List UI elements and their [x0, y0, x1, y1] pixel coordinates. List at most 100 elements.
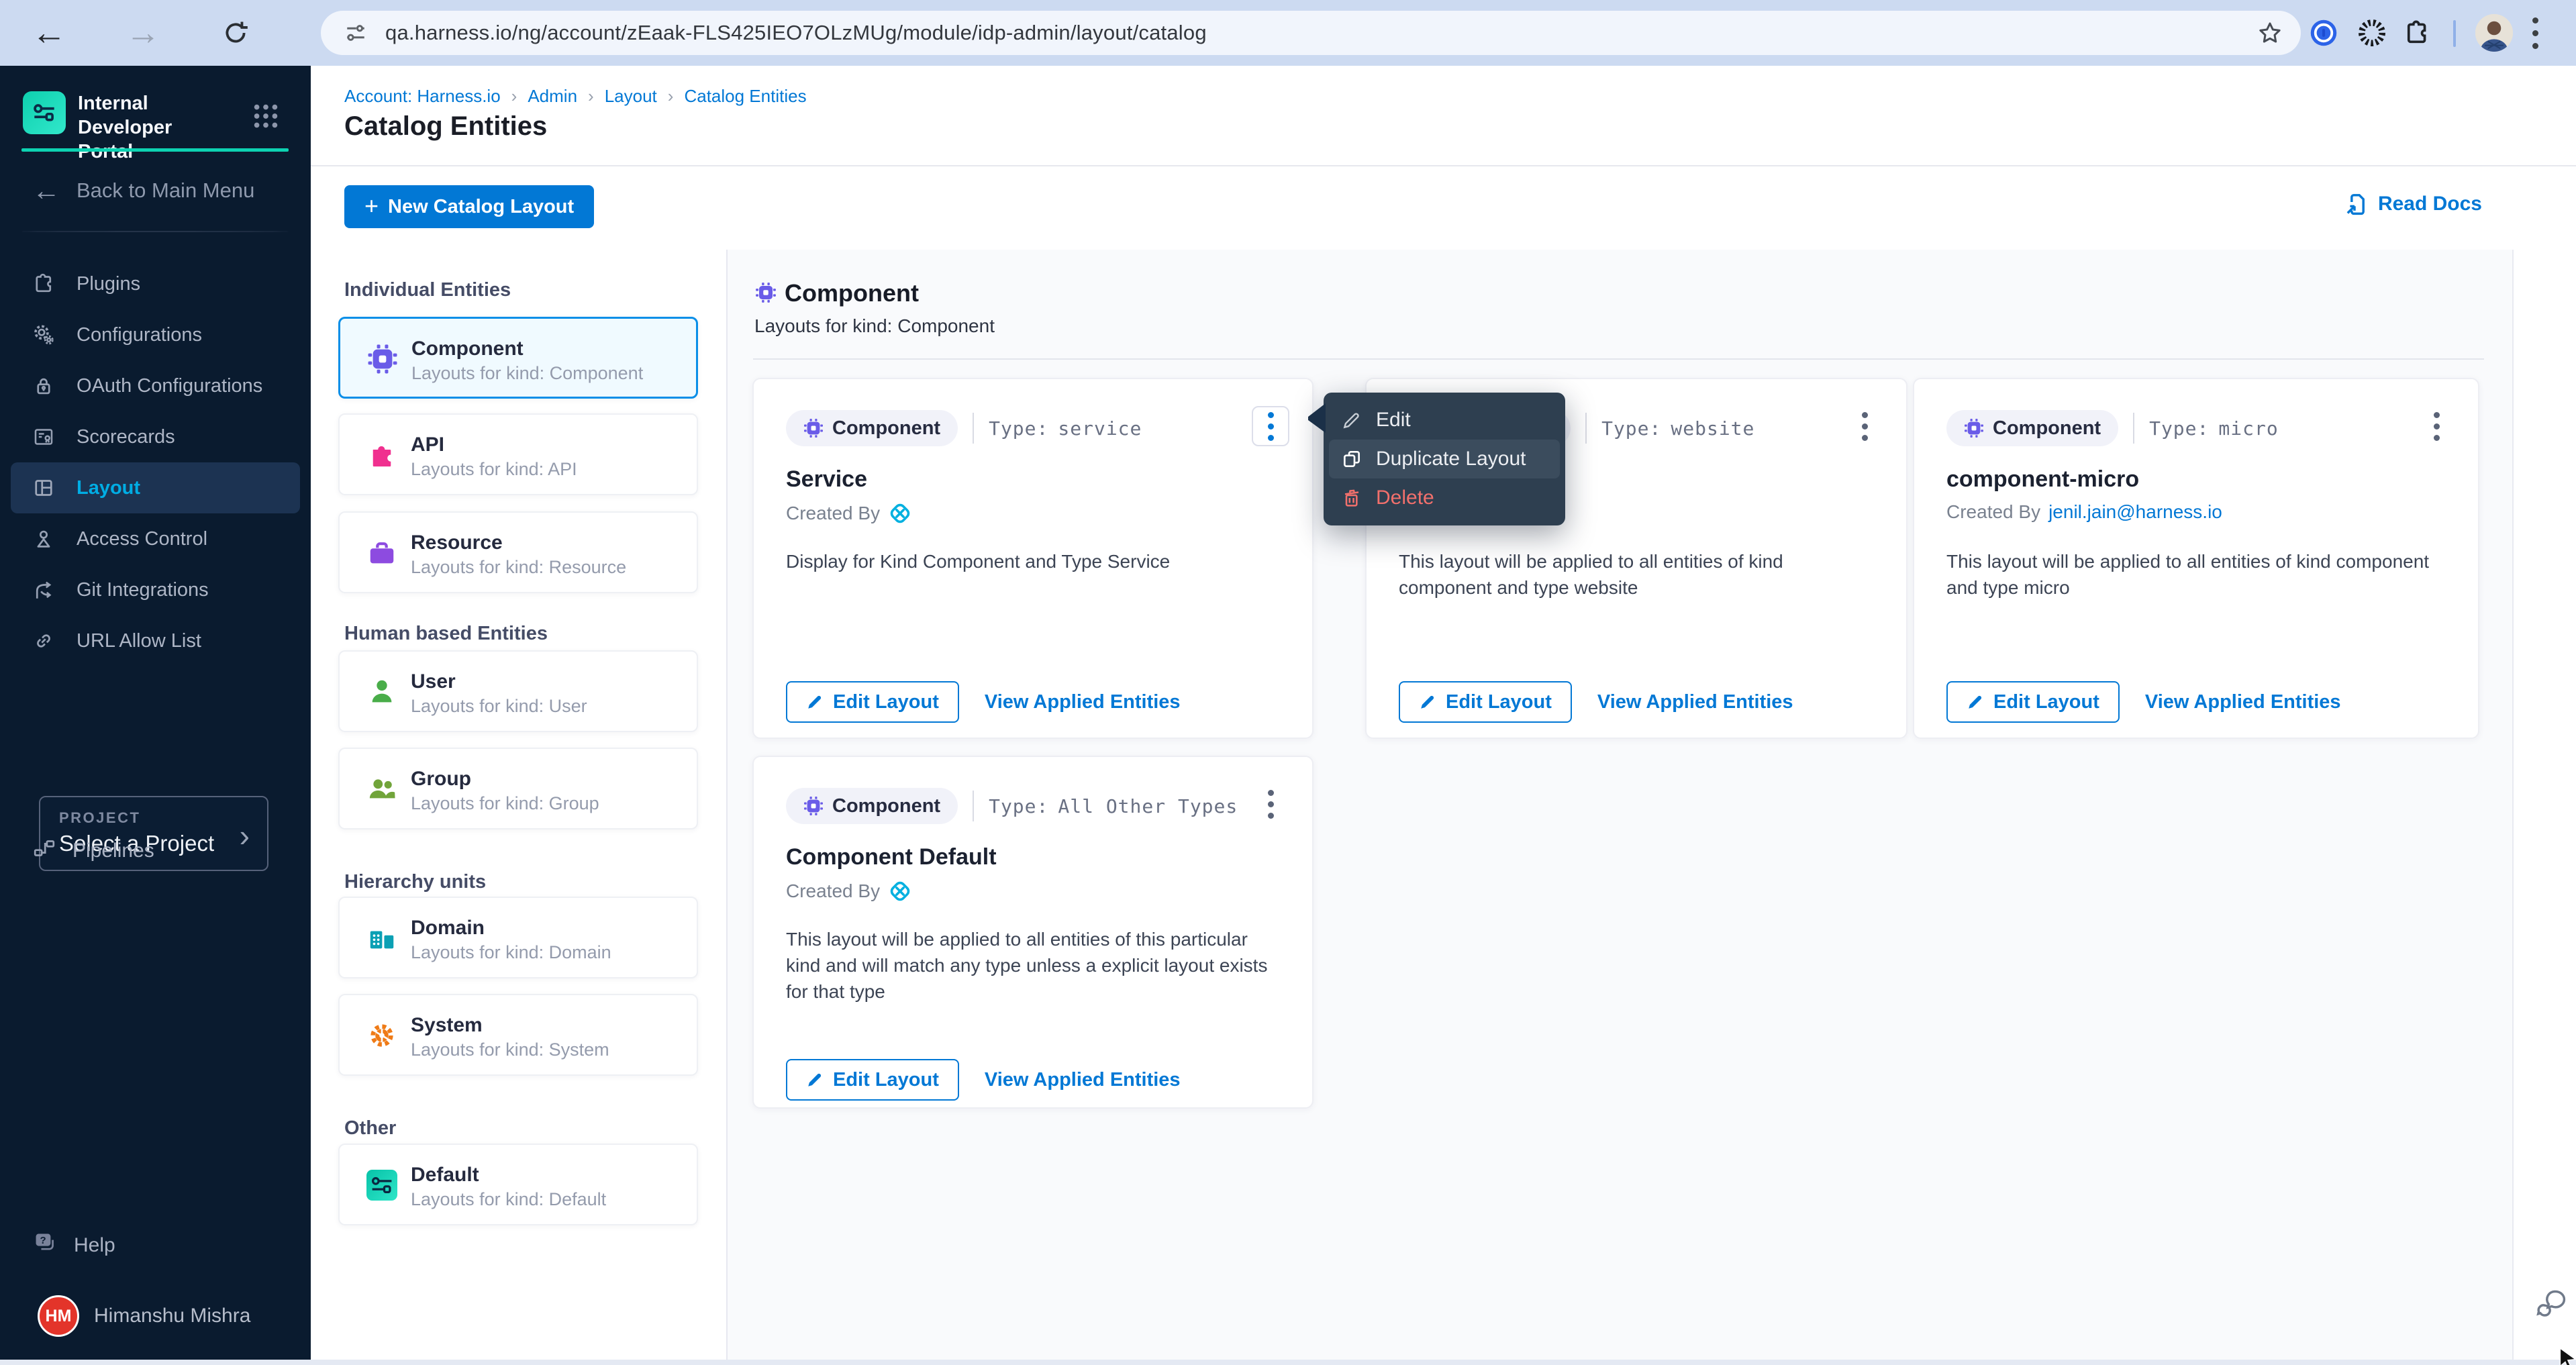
breadcrumb-layout[interactable]: Layout — [605, 86, 657, 107]
browser-profile-avatar[interactable] — [2475, 14, 2513, 52]
card-context-menu: Edit Duplicate Layout Delete — [1324, 393, 1565, 525]
entity-item-user[interactable]: User Layouts for kind: User — [338, 650, 698, 732]
system-gear-icon — [365, 1019, 399, 1052]
view-applied-entities-link[interactable]: View Applied Entities — [2145, 691, 2341, 713]
card-menu-button[interactable] — [1252, 784, 1289, 824]
edit-layout-button[interactable]: Edit Layout — [1946, 681, 2120, 723]
view-applied-entities-link[interactable]: View Applied Entities — [1597, 691, 1793, 713]
idp-logo-icon — [23, 91, 66, 134]
docs-icon — [2344, 192, 2369, 216]
sidebar-item-help[interactable]: ? Help — [32, 1225, 115, 1266]
pencil-icon — [1967, 693, 1984, 711]
user-profile[interactable]: HM Himanshu Mishra — [38, 1295, 250, 1337]
extension-sunburst-icon[interactable] — [2357, 0, 2387, 66]
read-docs-link[interactable]: Read Docs — [2344, 192, 2482, 216]
layout-title: Service — [786, 466, 867, 493]
component-chip-icon — [803, 418, 824, 438]
menu-item-edit[interactable]: Edit — [1324, 401, 1565, 440]
card-menu-button[interactable] — [1846, 406, 1883, 446]
pencil-icon — [806, 693, 824, 711]
menu-item-delete[interactable]: Delete — [1324, 478, 1565, 517]
view-applied-entities-link[interactable]: View Applied Entities — [985, 1069, 1181, 1091]
sidebar-divider — [21, 231, 289, 232]
component-badge: Component — [786, 788, 958, 824]
layout-title: component-micro — [1946, 466, 2139, 493]
card-footer: Edit Layout View Applied Entities — [786, 1059, 1181, 1101]
component-badge: Component — [786, 410, 958, 446]
component-chip-icon — [1964, 418, 1984, 438]
layout-description: Display for Kind Component and Type Serv… — [786, 548, 1283, 574]
harness-logo-icon — [888, 501, 912, 525]
badge-row: Component Type:service — [786, 410, 1142, 446]
user-avatar: HM — [38, 1295, 79, 1337]
copy-icon — [1341, 448, 1363, 470]
card-menu-button[interactable] — [1252, 406, 1289, 446]
url-text: qa.harness.io/ng/account/zEaak-FLS425IEO… — [385, 21, 1207, 45]
layout-card-component-default: Component Type:All Other Types Component… — [752, 756, 1314, 1109]
badge-row: Component Type:micro — [1946, 410, 2279, 446]
layout-description: This layout will be applied to all entit… — [1946, 548, 2448, 601]
created-by-row: Created By jenil.jain@harness.io — [1946, 501, 2222, 523]
brand-accent-rule — [21, 148, 289, 152]
address-bar[interactable]: qa.harness.io/ng/account/zEaak-FLS425IEO… — [321, 11, 2301, 55]
back-to-main-menu[interactable]: ← Back to Main Menu — [32, 179, 254, 203]
browser-reload-button[interactable] — [205, 0, 266, 66]
entity-item-resource[interactable]: Resource Layouts for kind: Resource — [338, 511, 698, 593]
edit-layout-button[interactable]: Edit Layout — [786, 1059, 959, 1101]
browser-forward-button[interactable]: → — [113, 0, 173, 66]
entity-item-default[interactable]: Default Layouts for kind: Default — [338, 1144, 698, 1225]
reload-icon — [221, 19, 250, 47]
brand: Internal Developer Portal — [23, 91, 232, 164]
module-grid-icon[interactable] — [250, 101, 281, 135]
breadcrumb-catalog-entities[interactable]: Catalog Entities — [684, 86, 806, 107]
layouts-panel: Component Layouts for kind: Component Co… — [726, 250, 2514, 1365]
edit-layout-button[interactable]: Edit Layout — [1399, 681, 1572, 723]
kind-subtitle: Layouts for kind: Component — [754, 315, 995, 337]
breadcrumb: Account: Harness.io› Admin› Layout› Cata… — [344, 86, 807, 107]
browser-menu-icon[interactable] — [2532, 17, 2538, 49]
browser-toolbar: ← → qa.harness.io/ng/account/zEaak-FLS42… — [0, 0, 2576, 66]
user-icon — [365, 675, 399, 709]
support-chat-icon[interactable] — [2534, 1287, 2569, 1325]
browser-back-button[interactable]: ← — [19, 0, 79, 66]
entity-item-group[interactable]: Group Layouts for kind: Group — [338, 748, 698, 829]
sidebar-item-access-control[interactable]: Access Control — [0, 513, 311, 564]
sidebar-item-url-allow-list[interactable]: URL Allow List — [0, 615, 311, 666]
sidebar-item-oauth-configurations[interactable]: OAuth Configurations — [0, 360, 311, 411]
entity-item-domain[interactable]: Domain Layouts for kind: Domain — [338, 897, 698, 978]
resource-briefcase-icon — [365, 536, 399, 570]
layout-card-service: Component Type:service Service Created B… — [752, 378, 1314, 739]
new-catalog-layout-button[interactable]: + New Catalog Layout — [344, 185, 594, 228]
sidebar-item-scorecards[interactable]: Scorecards — [0, 411, 311, 462]
created-by-row: Created By — [786, 501, 912, 525]
entity-item-system[interactable]: System Layouts for kind: System — [338, 994, 698, 1076]
bookmark-star-icon[interactable] — [2257, 19, 2283, 50]
view-applied-entities-link[interactable]: View Applied Entities — [985, 691, 1181, 713]
badge-separator — [2133, 413, 2134, 444]
breadcrumb-account[interactable]: Account: Harness.io — [344, 86, 501, 107]
sidebar-item-configurations[interactable]: Configurations — [0, 309, 311, 360]
sidebar-item-pipelines[interactable]: Pipelines — [32, 831, 154, 871]
onepassword-extension-icon[interactable] — [2309, 0, 2338, 66]
back-arrow-icon: ← — [32, 181, 60, 201]
menu-item-duplicate-layout[interactable]: Duplicate Layout — [1329, 440, 1560, 478]
card-footer: Edit Layout View Applied Entities — [1399, 681, 1793, 723]
entity-item-api[interactable]: API Layouts for kind: API — [338, 413, 698, 495]
sidebar-item-git-integrations[interactable]: Git Integrations — [0, 564, 311, 615]
back-label: Back to Main Menu — [77, 179, 254, 203]
breadcrumb-admin[interactable]: Admin — [528, 86, 577, 107]
site-settings-icon[interactable] — [344, 21, 368, 45]
sidebar-item-plugins[interactable]: Plugins — [0, 258, 311, 309]
chevron-right-icon: › — [240, 817, 250, 854]
entity-item-component[interactable]: Component Layouts for kind: Component — [338, 317, 698, 399]
gears-icon — [31, 322, 56, 348]
group-icon — [365, 772, 399, 806]
edit-layout-button[interactable]: Edit Layout — [786, 681, 959, 723]
badge-separator — [1585, 413, 1587, 444]
extensions-puzzle-icon[interactable] — [2403, 0, 2431, 66]
creator-email-link[interactable]: jenil.jain@harness.io — [2048, 501, 2222, 523]
card-menu-button[interactable] — [2418, 406, 2455, 446]
link-icon — [31, 628, 56, 654]
sidebar-item-layout[interactable]: Layout — [11, 462, 300, 513]
scorecard-icon — [31, 424, 56, 450]
